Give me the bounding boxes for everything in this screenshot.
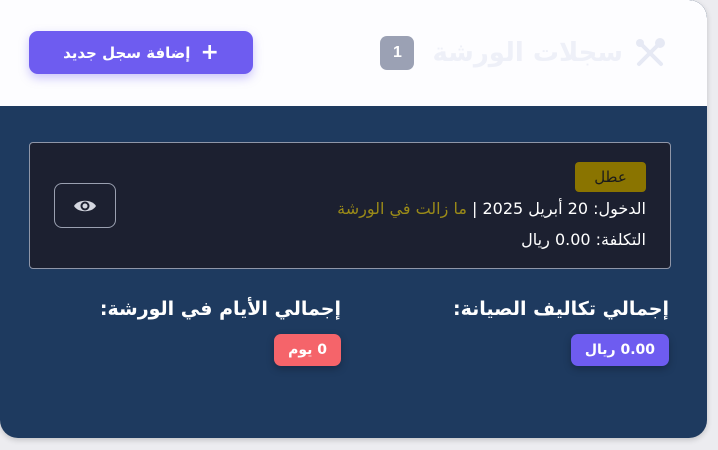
tools-icon <box>633 36 667 70</box>
total-days-badge: 0 يوم <box>274 334 341 366</box>
add-new-record-label: إضافة سجل جديد <box>63 43 191 62</box>
cost-line: التكلفة: 0.00 ريال <box>521 230 646 249</box>
entry-status: ما زالت في الورشة <box>337 199 467 218</box>
entry-label: الدخول: <box>593 199 646 218</box>
records-count-badge: 1 <box>380 36 415 70</box>
total-costs-label: إجمالي تكاليف الصيانة: <box>452 298 669 320</box>
total-costs-badge: 0.00 ريال <box>570 334 669 366</box>
add-new-record-button[interactable]: + إضافة سجل جديد <box>29 31 253 74</box>
entry-separator: | <box>471 199 478 218</box>
plus-icon: + <box>200 39 219 65</box>
workshop-records-card: سجلات الورشة 1 + إضافة سجل جديد عطل الدخ… <box>0 0 707 438</box>
header-title-group: سجلات الورشة 1 <box>380 36 667 70</box>
record-item: عطل الدخول: 20 أبريل 2025 | ما زالت في ا… <box>29 142 671 269</box>
status-badge: عطل <box>575 162 646 192</box>
cost-value: 0.00 ريال <box>521 230 591 249</box>
total-days-label: إجمالي الأيام في الورشة: <box>99 298 341 320</box>
view-record-button[interactable] <box>54 183 116 228</box>
cost-label: التكلفة: <box>595 230 646 249</box>
eye-icon <box>73 197 97 215</box>
card-header: سجلات الورشة 1 + إضافة سجل جديد <box>0 0 707 106</box>
page-title: سجلات الورشة <box>432 38 623 68</box>
entry-line: الدخول: 20 أبريل 2025 | ما زالت في الورش… <box>337 199 646 218</box>
entry-date: 20 أبريل 2025 <box>482 199 589 218</box>
